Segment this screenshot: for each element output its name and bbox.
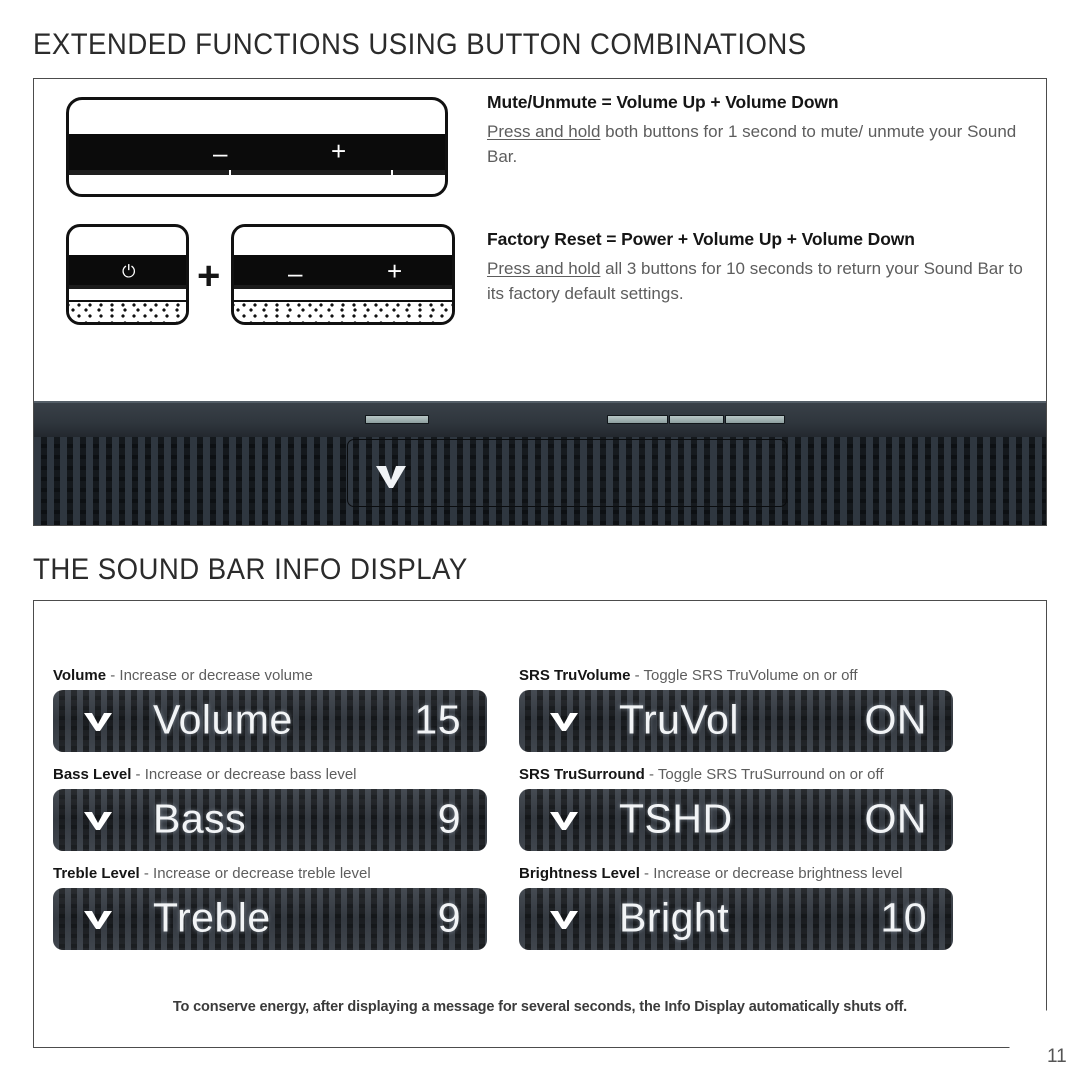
volume-band-seam: [234, 227, 452, 231]
info-entry-volume-label-rest: - Increase or decrease volume: [106, 667, 313, 684]
soundbar-bevel-highlight: [34, 401, 1046, 403]
info-entry-brightness-label-rest: - Increase or decrease brightness level: [639, 865, 903, 882]
info-display-screen-truvolume: TruVol ON: [519, 690, 953, 752]
info-entry-truvolume: SRS TruVolume - Toggle SRS TruVolume on …: [519, 667, 953, 752]
volume-band-underline: [234, 285, 452, 289]
button-strip: [69, 134, 445, 174]
volume-down-icon-2: –: [288, 258, 303, 288]
volume-band: [234, 255, 452, 287]
info-entry-treble-label: Treble Level - Increase or decrease treb…: [53, 865, 487, 882]
info-display-value-brightness: 10: [880, 894, 927, 941]
info-entry-volume: Volume - Increase or decrease volume Vol…: [53, 667, 487, 752]
info-entry-trusurround: SRS TruSurround - Toggle SRS TruSurround…: [519, 766, 953, 851]
info-entry-bass-label-rest: - Increase or decrease bass level: [131, 766, 357, 783]
info-display-footer-note: To conserve energy, after displaying a m…: [172, 999, 908, 1015]
volume-buttons-panel: – +: [231, 224, 455, 325]
soundbar-button-slot-3: [725, 415, 785, 424]
info-entry-truvolume-label-rest: - Toggle SRS TruVolume on or off: [630, 667, 858, 684]
factory-reset-body: Press and hold all 3 buttons for 10 seco…: [487, 257, 1032, 307]
extended-functions-panel: – + ⏻ + – + Mute/Unmute = Volume Up + Vo…: [33, 78, 1047, 526]
power-band-underline: [69, 285, 186, 289]
info-display-text-brightness: Bright: [619, 894, 730, 941]
info-entry-truvolume-label: SRS TruVolume - Toggle SRS TruVolume on …: [519, 667, 953, 684]
info-display-value-volume: 15: [414, 696, 461, 743]
vizio-logo-icon: [376, 466, 406, 488]
info-display-text-trusurround: TSHD: [619, 795, 733, 842]
info-display-value-trusurround: ON: [864, 795, 927, 842]
info-entry-bass-label-bold: Bass Level: [53, 766, 132, 783]
soundbar-top-bevel: [34, 401, 1046, 437]
press-and-hold-emphasis-2: Press and hold: [487, 259, 601, 278]
info-entry-trusurround-label-rest: - Toggle SRS TruSurround on or off: [644, 766, 884, 783]
info-entry-bass-label: Bass Level - Increase or decrease bass l…: [53, 766, 487, 783]
info-display-value-treble: 9: [437, 894, 461, 941]
info-entry-treble-label-rest: - Increase or decrease treble level: [139, 865, 371, 882]
vizio-chevron-icon-5: [83, 908, 113, 930]
info-entry-brightness: Brightness Level - Increase or decrease …: [519, 865, 953, 950]
info-display-text-treble: Treble: [153, 894, 271, 941]
info-display-screen-treble: Treble 9: [53, 888, 487, 950]
soundbar-button-slot-1: [607, 415, 668, 424]
press-and-hold-emphasis: Press and hold: [487, 122, 601, 141]
speaker-grille-texture-2: [234, 300, 452, 322]
mute-unmute-heading: Mute/Unmute = Volume Up + Volume Down: [487, 92, 839, 112]
info-entry-bass: Bass Level - Increase or decrease bass l…: [53, 766, 487, 851]
power-icon: ⏻: [122, 262, 136, 281]
info-entry-volume-label: Volume - Increase or decrease volume: [53, 667, 487, 684]
info-entry-brightness-label: Brightness Level - Increase or decrease …: [519, 865, 953, 882]
mute-unmute-description: Mute/Unmute = Volume Up + Volume Down Pr…: [487, 92, 1032, 170]
vizio-chevron-icon-6: [549, 908, 579, 930]
soundbar-center-panel: [347, 439, 787, 507]
page-title-extended-functions: EXTENDED FUNCTIONS USING BUTTON COMBINAT…: [33, 28, 807, 61]
info-entry-trusurround-label: SRS TruSurround - Toggle SRS TruSurround…: [519, 766, 953, 783]
vizio-chevron-icon-2: [549, 710, 579, 732]
info-entry-brightness-label-bold: Brightness Level: [519, 865, 640, 882]
info-entry-treble: Treble Level - Increase or decrease treb…: [53, 865, 487, 950]
vizio-chevron-icon-3: [83, 809, 113, 831]
info-entry-treble-label-bold: Treble Level: [53, 865, 140, 882]
page-title-info-display: THE SOUND BAR INFO DISPLAY: [33, 553, 468, 586]
info-display-value-bass: 9: [437, 795, 461, 842]
manual-page: EXTENDED FUNCTIONS USING BUTTON COMBINAT…: [0, 0, 1080, 1080]
info-display-value-truvolume: ON: [864, 696, 927, 743]
info-display-screen-bass: Bass 9: [53, 789, 487, 851]
info-entry-truvolume-label-bold: SRS TruVolume: [519, 667, 631, 684]
info-entry-volume-label-bold: Volume: [53, 667, 107, 684]
combine-plus-icon: +: [197, 254, 221, 298]
page-number: 11: [1047, 1046, 1067, 1067]
vizio-chevron-icon: [83, 710, 113, 732]
power-button-panel: ⏻: [66, 224, 189, 325]
info-display-panel: Volume - Increase or decrease volume Vol…: [33, 600, 1047, 1048]
button-seam-left: [229, 170, 231, 175]
info-display-text-truvolume: TruVol: [619, 696, 739, 743]
soundbar-button-slot-2: [669, 415, 724, 424]
info-display-text-volume: Volume: [153, 696, 293, 743]
soundbar-buttons-closeup-illustration: – +: [66, 97, 448, 197]
info-display-screen-volume: Volume 15: [53, 690, 487, 752]
volume-down-icon: –: [213, 138, 228, 168]
vizio-chevron-icon-4: [549, 809, 579, 831]
mute-unmute-body: Press and hold both buttons for 1 second…: [487, 120, 1032, 170]
info-display-screen-brightness: Bright 10: [519, 888, 953, 950]
soundbar-button-slot-power: [365, 415, 429, 424]
factory-reset-description: Factory Reset = Power + Volume Up + Volu…: [487, 229, 1032, 307]
volume-up-icon: +: [331, 136, 347, 166]
speaker-grille-texture: [69, 300, 186, 322]
info-display-screen-trusurround: TSHD ON: [519, 789, 953, 851]
soundbar-product-photo: [34, 401, 1046, 525]
info-entry-trusurround-label-bold: SRS TruSurround: [519, 766, 645, 783]
factory-reset-heading: Factory Reset = Power + Volume Up + Volu…: [487, 229, 915, 249]
button-seam-right: [391, 170, 393, 175]
volume-up-icon-2: +: [387, 256, 403, 286]
info-display-text-bass: Bass: [153, 795, 247, 842]
